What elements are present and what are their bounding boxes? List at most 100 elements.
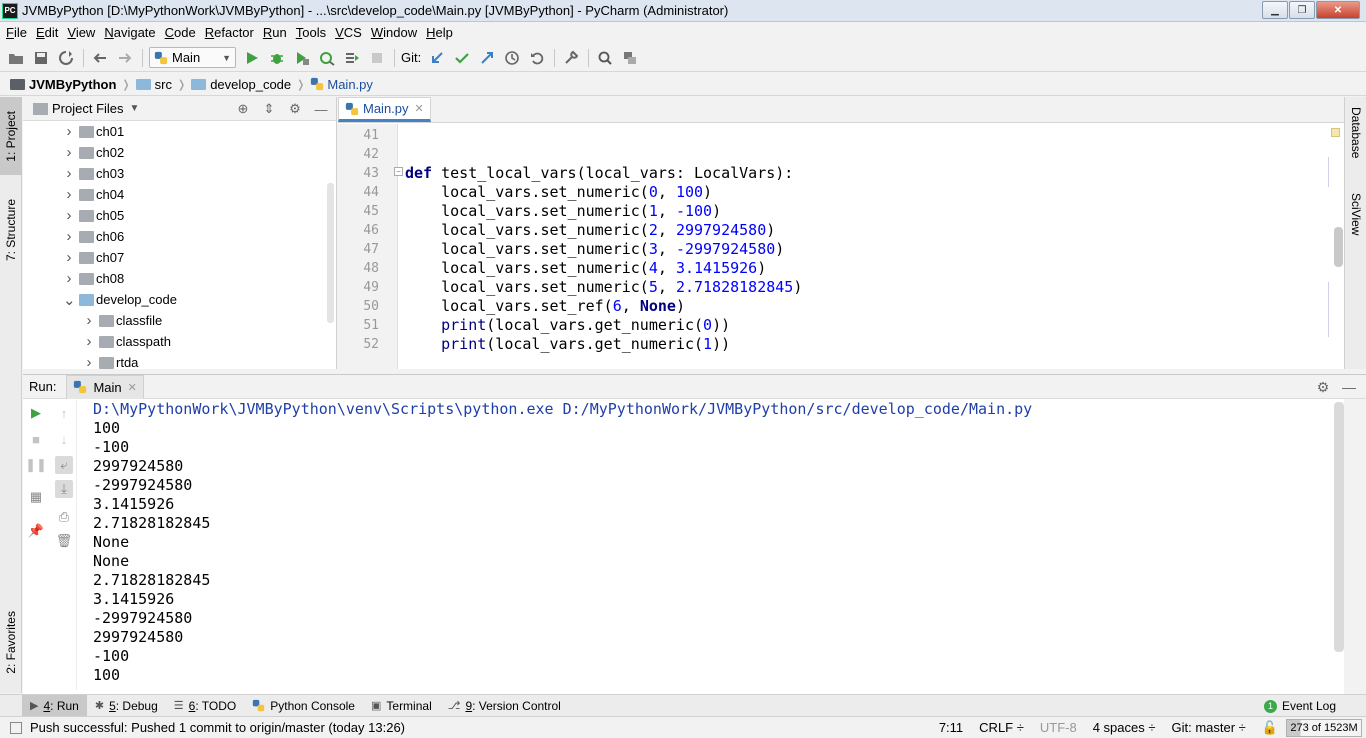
profile-icon[interactable] [317, 48, 337, 68]
debug-icon[interactable] [267, 48, 287, 68]
breadcrumb-file[interactable]: Main.py [310, 77, 373, 92]
arrow-down-icon[interactable]: ↓ [55, 430, 73, 448]
chevron-down-icon[interactable]: ⌄ [63, 291, 76, 309]
menu-tools[interactable]: Tools [292, 25, 330, 40]
pause-icon[interactable]: ❚❚ [25, 456, 47, 474]
trash-icon[interactable]: 🗑 [55, 532, 73, 550]
menu-help[interactable]: Help [422, 25, 457, 40]
arrow-up-icon[interactable]: ↑ [55, 404, 73, 422]
layout-icon[interactable]: ▦ [27, 488, 45, 506]
menu-vcs[interactable]: VCS [331, 25, 366, 40]
menu-view[interactable]: View [63, 25, 99, 40]
soft-wrap-icon[interactable]: ⤶ [55, 456, 73, 474]
tree-item[interactable]: › ch03 [23, 163, 336, 184]
line-separator[interactable]: CRLF ÷ [979, 720, 1024, 735]
status-message[interactable]: Push successful: Pushed 1 commit to orig… [30, 720, 939, 735]
file-encoding[interactable]: UTF-8 [1040, 720, 1077, 735]
tree-item[interactable]: › ch04 [23, 184, 336, 205]
fold-icon[interactable]: − [394, 167, 403, 176]
tree-item[interactable]: › ch01 [23, 121, 336, 142]
run-with-coverage-icon[interactable] [292, 48, 312, 68]
history-icon[interactable] [502, 48, 522, 68]
console-scrollbar[interactable] [1334, 402, 1344, 652]
event-log-button[interactable]: 1 Event Log [1263, 695, 1336, 717]
chevron-right-icon[interactable]: › [63, 186, 75, 203]
editor-tab-main-py[interactable]: Main.py ✕ [338, 97, 431, 122]
settings-wrench-icon[interactable] [561, 48, 581, 68]
chevron-right-icon[interactable]: › [83, 312, 95, 329]
close-tab-icon[interactable]: ✕ [128, 381, 137, 394]
chevron-right-icon[interactable]: › [63, 165, 75, 182]
forward-icon[interactable] [115, 48, 135, 68]
breadcrumb-develop-code[interactable]: develop_code [191, 77, 291, 92]
run-config-dropdown[interactable]: Main ▼ [149, 47, 236, 68]
minimize-button[interactable]: ▁ [1262, 1, 1288, 19]
menu-refactor[interactable]: Refactor [201, 25, 258, 40]
chevron-right-icon[interactable]: › [63, 123, 75, 140]
git-update-icon[interactable] [427, 48, 447, 68]
gear-icon[interactable]: ⚙ [286, 100, 304, 118]
toggle-tool-windows-icon[interactable] [10, 721, 22, 734]
breadcrumb-project[interactable]: JVMByPython [10, 77, 116, 92]
git-push-icon[interactable] [477, 48, 497, 68]
menu-navigate[interactable]: Navigate [100, 25, 159, 40]
tree-item[interactable]: › ch06 [23, 226, 336, 247]
tool-tab-favorites[interactable]: 2: Favorites [0, 597, 22, 687]
tree-item[interactable]: › ch05 [23, 205, 336, 226]
memory-indicator[interactable]: 273 of 1523M [1286, 718, 1362, 737]
tool-window-todo[interactable]: ☰ 6: TODO [166, 695, 244, 717]
breadcrumb-src[interactable]: src [135, 77, 172, 92]
search-icon[interactable] [595, 48, 615, 68]
pin-icon[interactable]: 📌 [27, 522, 45, 540]
gear-icon[interactable]: ⚙ [1314, 378, 1332, 396]
indent-setting[interactable]: 4 spaces ÷ [1093, 720, 1156, 735]
save-icon[interactable] [31, 48, 51, 68]
tool-window-terminal[interactable]: ▣ Terminal [363, 695, 440, 717]
menu-edit[interactable]: Edit [32, 25, 62, 40]
tool-window-run[interactable]: ▶ 4: Run [22, 694, 87, 717]
open-folder-icon[interactable] [6, 48, 26, 68]
chevron-right-icon[interactable]: › [63, 228, 75, 245]
tool-window-debug[interactable]: ✱ 5: Debug [87, 695, 166, 717]
chevron-right-icon[interactable]: › [83, 354, 95, 371]
tree-item[interactable]: ⌄ develop_code [23, 289, 336, 310]
tree-item[interactable]: › classpath [23, 331, 336, 352]
run-icon[interactable] [242, 48, 262, 68]
stop-icon[interactable] [367, 48, 387, 68]
tool-window-version-control[interactable]: ⎇ 9: Version Control [440, 695, 569, 717]
tool-tab-database[interactable]: Database [1345, 107, 1366, 177]
tree-item[interactable]: › rtda [23, 352, 336, 373]
menu-code[interactable]: Code [161, 25, 200, 40]
tree-item[interactable]: › ch07 [23, 247, 336, 268]
project-view-selector[interactable]: Project Files [52, 101, 124, 116]
hide-icon[interactable]: — [312, 100, 330, 118]
git-commit-icon[interactable] [452, 48, 472, 68]
tree-item[interactable]: › ch08 [23, 268, 336, 289]
lock-icon[interactable]: 🔓 [1262, 720, 1278, 736]
tool-tab-sciview[interactable]: SciView [1345, 193, 1366, 263]
chevron-right-icon[interactable]: › [63, 249, 75, 266]
scroll-to-end-icon[interactable]: ⤓ [55, 480, 73, 498]
tool-tab-project[interactable]: 1: Project [0, 97, 22, 175]
chevron-right-icon[interactable]: › [63, 270, 75, 287]
project-tree-scrollbar[interactable] [327, 183, 334, 323]
maximize-button[interactable]: ❐ [1289, 1, 1315, 19]
git-branch[interactable]: Git: master ÷ [1172, 720, 1246, 735]
chevron-down-icon[interactable]: ▼ [130, 103, 140, 114]
stop-icon[interactable]: ■ [27, 430, 45, 448]
print-icon[interactable]: ⎙ [55, 508, 73, 526]
tool-window-python-console[interactable]: Python Console [244, 695, 363, 717]
editor-scrollbar[interactable] [1334, 227, 1343, 267]
close-button[interactable]: ✕ [1316, 1, 1360, 19]
collapse-all-icon[interactable]: ⇕ [260, 100, 278, 118]
close-tab-icon[interactable]: ✕ [415, 102, 424, 115]
run-tab-main[interactable]: Main ✕ [66, 374, 144, 399]
caret-position[interactable]: 7:11 [939, 720, 963, 735]
console-output[interactable]: D:\MyPythonWork\JVMByPython\venv\Scripts… [93, 400, 1333, 688]
presentation-icon[interactable] [620, 48, 640, 68]
tree-item[interactable]: › classfile [23, 310, 336, 331]
back-icon[interactable] [90, 48, 110, 68]
inspection-status-icon[interactable] [1331, 128, 1340, 137]
rollback-icon[interactable] [527, 48, 547, 68]
chevron-right-icon[interactable]: › [63, 144, 75, 161]
